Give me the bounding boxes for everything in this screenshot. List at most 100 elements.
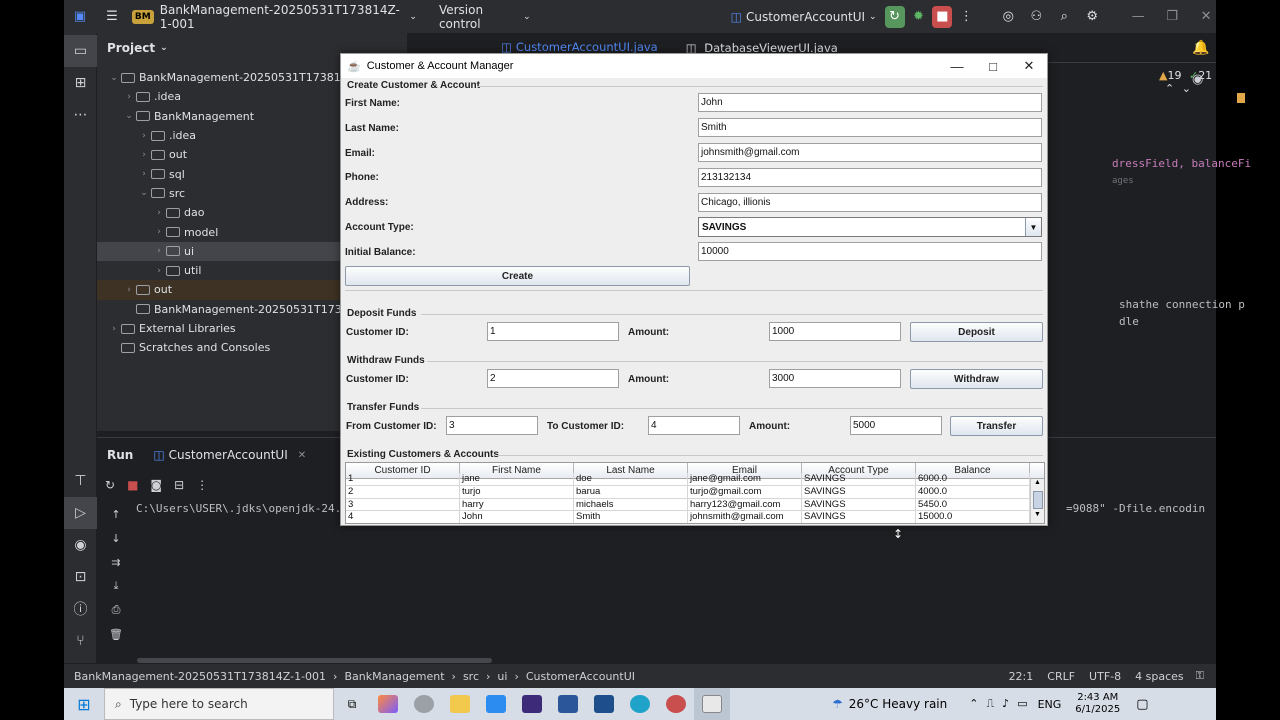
git-icon[interactable]: ⑂ bbox=[64, 625, 97, 657]
terminal-icon[interactable]: ⊡ bbox=[64, 561, 97, 593]
app-icon[interactable] bbox=[658, 688, 694, 720]
structure-icon[interactable]: ⊞ bbox=[64, 67, 97, 99]
breadcrumb-item[interactable]: ui bbox=[497, 670, 507, 683]
chevron-right-icon[interactable]: › bbox=[137, 169, 151, 179]
inspection-widget[interactable]: ▲19 ✓21 ⌃ ⌄ bbox=[1159, 69, 1216, 95]
chevron-right-icon[interactable]: › bbox=[137, 150, 151, 160]
create-button[interactable]: Create bbox=[345, 266, 690, 286]
table-row[interactable]: 4 John Smith johnsmith@gmail.com SAVINGS 1500… bbox=[346, 511, 1044, 523]
stop-icon[interactable]: ■ bbox=[127, 478, 138, 492]
close-icon[interactable]: ✕ bbox=[1011, 54, 1047, 78]
file-explorer-icon[interactable] bbox=[442, 688, 478, 720]
to-customer-id-field[interactable]: 4 bbox=[648, 416, 740, 435]
rerun-icon[interactable]: ↻ bbox=[884, 5, 905, 28]
ai-chat-icon[interactable]: ◉ bbox=[1192, 72, 1203, 87]
gear-icon[interactable]: ⚙ bbox=[1082, 6, 1102, 28]
battery-icon[interactable]: ▭ bbox=[1017, 697, 1027, 711]
services-icon[interactable]: ◉ bbox=[64, 529, 97, 561]
transfer-button[interactable]: Transfer bbox=[950, 416, 1043, 436]
app-logo-icon[interactable]: ▣ bbox=[70, 6, 90, 28]
app-icon[interactable] bbox=[478, 688, 514, 720]
minimize-icon[interactable]: — bbox=[939, 54, 975, 78]
add-user-icon[interactable]: ⚇ bbox=[1026, 6, 1046, 28]
app-icon[interactable] bbox=[406, 688, 442, 720]
chevron-down-icon[interactable]: ⌄ bbox=[137, 188, 151, 198]
chevron-right-icon[interactable]: › bbox=[152, 266, 166, 276]
deposit-amount-field[interactable]: 1000 bbox=[769, 322, 901, 341]
copilot-icon[interactable] bbox=[370, 688, 406, 720]
chevron-right-icon[interactable]: › bbox=[152, 227, 166, 237]
close-icon[interactable]: ✕ bbox=[298, 450, 306, 461]
debug-icon[interactable]: ✹ bbox=[909, 6, 929, 28]
chevron-down-icon[interactable]: ⌄ bbox=[107, 73, 121, 83]
more-icon[interactable]: ⋮ bbox=[196, 478, 208, 492]
account-type-select[interactable]: SAVINGS ▼ bbox=[698, 217, 1042, 237]
camera-icon[interactable]: ◙ bbox=[150, 478, 162, 492]
chevron-right-icon[interactable]: › bbox=[137, 131, 151, 141]
soft-wrap-icon[interactable]: ⇉ bbox=[101, 550, 131, 574]
run-tab-label[interactable]: Run bbox=[107, 448, 133, 462]
maximize-icon[interactable]: □ bbox=[975, 54, 1011, 78]
clock[interactable]: 2:43 AM 6/1/2025 bbox=[1075, 692, 1120, 716]
phone-field[interactable]: 213132134 bbox=[698, 168, 1042, 187]
problems-icon[interactable]: ⓘ bbox=[64, 593, 97, 625]
main-menu-icon[interactable]: ☰ bbox=[102, 6, 122, 28]
ai-assistant-icon[interactable]: ◎ bbox=[998, 6, 1018, 28]
scroll-thumb[interactable] bbox=[1032, 491, 1043, 509]
table-row[interactable]: 2 turjo barua turjo@gmail.com SAVINGS 4000.0 bbox=[346, 485, 1044, 499]
chevron-right-icon[interactable]: › bbox=[152, 208, 166, 218]
more-tools-icon[interactable]: ⋯ bbox=[64, 99, 97, 131]
email-field[interactable]: johnsmith@gmail.com bbox=[698, 143, 1042, 162]
chevron-right-icon[interactable]: › bbox=[122, 285, 136, 295]
scroll-up-icon[interactable]: ▲ bbox=[1031, 479, 1044, 489]
file-encoding[interactable]: UTF-8 bbox=[1089, 670, 1121, 683]
first-name-field[interactable]: John bbox=[698, 93, 1042, 112]
deposit-customer-id-field[interactable]: 1 bbox=[487, 322, 619, 341]
project-folder-icon[interactable]: ▭ bbox=[64, 35, 97, 67]
network-icon[interactable]: ⎍ bbox=[986, 697, 994, 711]
word-icon[interactable] bbox=[550, 688, 586, 720]
chevron-down-icon[interactable]: ⌄ bbox=[122, 111, 136, 121]
trash-icon[interactable]: 🗑 bbox=[101, 622, 131, 646]
run-icon[interactable]: ▷ bbox=[64, 497, 97, 529]
deposit-button[interactable]: Deposit bbox=[910, 322, 1043, 342]
windows-start-icon[interactable]: ⊞ bbox=[64, 688, 104, 720]
indent-setting[interactable]: 4 spaces bbox=[1135, 670, 1184, 683]
chevron-right-icon[interactable]: › bbox=[152, 246, 166, 256]
last-name-field[interactable]: Smith bbox=[698, 118, 1042, 137]
notification-center-icon[interactable]: ▢ bbox=[1136, 697, 1148, 712]
weather-widget[interactable]: ☂ 26°C Heavy rain bbox=[832, 697, 947, 711]
language-indicator[interactable]: ENG bbox=[1038, 698, 1062, 711]
print-icon[interactable]: ⎙ bbox=[101, 598, 131, 622]
task-view-icon[interactable]: ⧉ bbox=[334, 688, 370, 720]
line-separator[interactable]: CRLF bbox=[1047, 670, 1075, 683]
build-icon[interactable]: ⊤ bbox=[64, 465, 97, 497]
breadcrumb-item[interactable]: BankManagement bbox=[344, 670, 444, 683]
arrow-up-icon[interactable]: ↑ bbox=[101, 502, 131, 526]
project-selector[interactable]: BM BankManagement-20250531T173814Z-1-001… bbox=[131, 3, 417, 31]
withdraw-button[interactable]: Withdraw bbox=[910, 369, 1043, 389]
caret-position[interactable]: 22:1 bbox=[1009, 670, 1034, 683]
breadcrumb-item[interactable]: src bbox=[463, 670, 479, 683]
withdraw-amount-field[interactable]: 3000 bbox=[769, 369, 901, 388]
notifications-icon[interactable]: 🔔 bbox=[1192, 40, 1209, 56]
intellij-icon[interactable] bbox=[514, 688, 550, 720]
run-config-selector[interactable]: ◫ CustomerAccountUI ⌄ bbox=[731, 10, 877, 24]
chevron-right-icon[interactable]: › bbox=[107, 324, 121, 334]
arrow-down-icon[interactable]: ↓ bbox=[101, 526, 131, 550]
transfer-amount-field[interactable]: 5000 bbox=[850, 416, 942, 435]
chevron-right-icon[interactable]: › bbox=[122, 92, 136, 102]
vcs-menu[interactable]: Version control ⌄ bbox=[439, 3, 531, 31]
rerun-icon[interactable]: ↻ bbox=[105, 478, 115, 492]
java-app-icon[interactable] bbox=[694, 688, 730, 720]
taskbar-search[interactable]: ⌕ Type here to search bbox=[104, 688, 334, 720]
table-row[interactable]: 3 harry michaels harry123@gmail.com SAVINGS 5… bbox=[346, 498, 1044, 512]
vertical-scrollbar[interactable]: ▲ ▼ bbox=[1030, 479, 1044, 523]
close-icon[interactable]: ✕ bbox=[1196, 6, 1216, 28]
scroll-end-icon[interactable]: ⤓ bbox=[101, 574, 131, 598]
breadcrumb-item[interactable]: CustomerAccountUI bbox=[526, 670, 635, 683]
app-icon[interactable] bbox=[586, 688, 622, 720]
table-row[interactable]: 1 jane doe jane@gmail.com SAVINGS 6000.0 bbox=[346, 473, 1044, 486]
more-icon[interactable]: ⋮ bbox=[956, 6, 976, 28]
restore-layout-icon[interactable]: ⊟ bbox=[174, 478, 184, 492]
